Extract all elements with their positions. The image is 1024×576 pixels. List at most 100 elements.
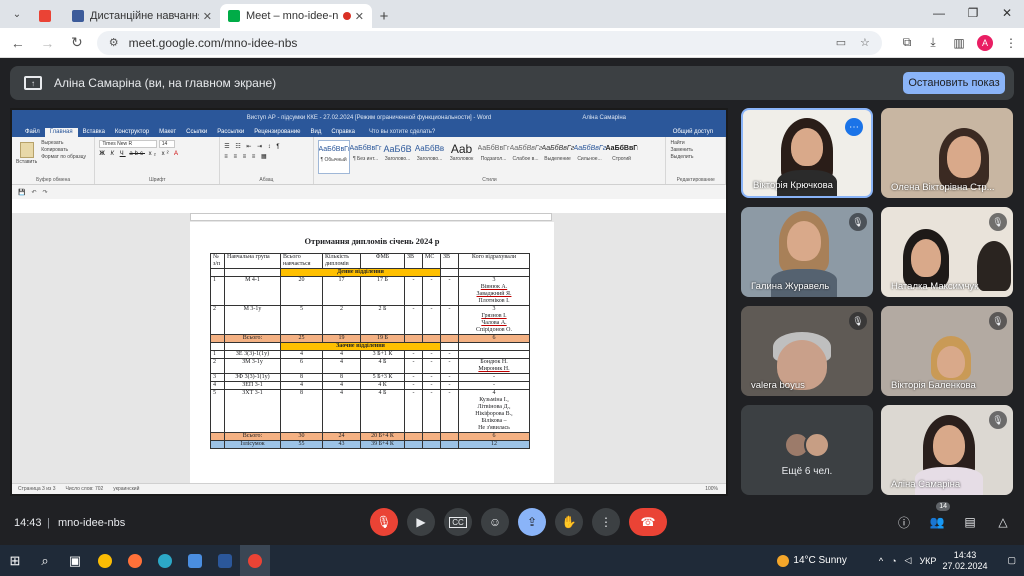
- volume-icon[interactable]: ◁: [905, 555, 912, 566]
- style-strong[interactable]: АаБбВвГг Строгий: [606, 140, 638, 174]
- leave-call-button[interactable]: ☎: [629, 508, 667, 536]
- new-tab-button[interactable]: +: [372, 4, 396, 28]
- restore-icon[interactable]: ❐: [956, 0, 990, 26]
- font-size-select[interactable]: 14: [158, 140, 175, 148]
- participant-tile-self[interactable]: 🎙 Аліна Самаріна: [881, 405, 1013, 495]
- extensions-icon[interactable]: ⧉: [894, 35, 920, 50]
- format-painter-button[interactable]: Формат по образцу: [41, 154, 86, 161]
- word-tab-file[interactable]: Файл: [20, 128, 45, 137]
- tab-gmail[interactable]: [32, 4, 64, 28]
- word-share-button[interactable]: Общий доступ: [668, 128, 718, 137]
- back-icon[interactable]: ←: [6, 31, 30, 55]
- edge-taskbar-button[interactable]: [150, 545, 180, 576]
- participant-tile[interactable]: ⋯ Вікторія Крючкова: [741, 108, 873, 198]
- word-tab-insert[interactable]: Вставка: [78, 128, 110, 137]
- mic-toggle-button[interactable]: 🎙: [370, 508, 398, 536]
- word-tab-layout[interactable]: Макет: [154, 128, 181, 137]
- search-button[interactable]: ⌕: [30, 545, 60, 576]
- weather-widget[interactable]: 14°C Sunny: [777, 554, 847, 567]
- firefox-taskbar-button[interactable]: [120, 545, 150, 576]
- participant-tile[interactable]: 🎙 Наталка Максимчук: [881, 207, 1013, 297]
- close-window-icon[interactable]: ✕: [990, 0, 1024, 26]
- total-diplomas: 24: [322, 432, 361, 441]
- find-button[interactable]: Найти: [670, 140, 721, 147]
- chrome-taskbar-button[interactable]: [90, 545, 120, 576]
- notifications-icon[interactable]: ▢: [1007, 555, 1016, 566]
- word-taskbar-button[interactable]: [210, 545, 240, 576]
- more-participants-tile[interactable]: Ещё 6 чел.: [741, 405, 873, 495]
- download-icon[interactable]: ⤓: [920, 35, 946, 50]
- zoom-level[interactable]: 100%: [705, 486, 718, 492]
- paste-icon[interactable]: [20, 142, 34, 158]
- font-format-buttons[interactable]: Ж К Ч abc x₂ x² A: [99, 151, 215, 157]
- word-tab-design[interactable]: Конструктор: [110, 128, 154, 137]
- chrome-active-taskbar-button[interactable]: [240, 545, 270, 576]
- font-name-select[interactable]: Times New R: [99, 140, 158, 148]
- word-tab-review[interactable]: Рецензирование: [249, 128, 305, 137]
- cut-button[interactable]: Вырезать: [41, 140, 86, 147]
- participant-tile[interactable]: 🎙 Галина Журавель: [741, 207, 873, 297]
- captions-button[interactable]: CC: [444, 508, 472, 536]
- site-info-icon[interactable]: ⚙: [105, 36, 123, 49]
- word-tab-references[interactable]: Ссылки: [181, 128, 212, 137]
- replace-button[interactable]: Заменить: [670, 147, 721, 154]
- document-page[interactable]: Отримання дипломів січень 2024 р № з/п Н…: [190, 222, 554, 492]
- tab-distance-learning[interactable]: Дистанційне навчання в ВСП ✕: [64, 4, 220, 28]
- task-view-button[interactable]: ▣: [60, 545, 90, 576]
- list-buttons[interactable]: ☰ ☷ ⇤ ⇥ ↕ ¶: [224, 143, 308, 150]
- close-tab-icon[interactable]: ✕: [355, 10, 364, 23]
- undo-icon[interactable]: ↶: [31, 189, 36, 196]
- stop-presenting-button[interactable]: Остановить показ: [903, 72, 1005, 94]
- side-panel-icon[interactable]: ▥: [946, 36, 972, 50]
- redo-icon[interactable]: ↷: [43, 189, 48, 196]
- network-icon[interactable]: ◔: [891, 556, 896, 566]
- store-taskbar-button[interactable]: [180, 545, 210, 576]
- word-tell-me[interactable]: Что вы хотите сделать?: [364, 128, 440, 137]
- start-button[interactable]: ⊞: [0, 545, 30, 576]
- style-intense-emphasis[interactable]: АаБбВвГг Сильное...: [574, 140, 606, 174]
- more-options-button[interactable]: ⋮: [592, 508, 620, 536]
- language-indicator[interactable]: УКР: [919, 556, 936, 566]
- tab-meet[interactable]: Meet – mno-idee-nbs ✕: [220, 4, 372, 28]
- style-normal[interactable]: АаБбВвГг ¶ Обычный: [317, 140, 350, 174]
- style-heading2[interactable]: АаБбВв Заголово...: [414, 140, 446, 174]
- style-heading1[interactable]: АаБбВ Заголово...: [382, 140, 414, 174]
- camera-toggle-button[interactable]: ▶: [407, 508, 435, 536]
- profile-avatar[interactable]: A: [976, 34, 993, 51]
- select-button[interactable]: Выделить: [670, 154, 721, 161]
- word-tab-mailings[interactable]: Рассылки: [212, 128, 249, 137]
- minimize-icon[interactable]: —: [922, 0, 956, 26]
- reactions-button[interactable]: ☺: [481, 508, 509, 536]
- style-emphasis[interactable]: АаБбВвГг Выделение: [542, 140, 574, 174]
- more-options-icon[interactable]: ⋯: [845, 118, 863, 136]
- forward-icon[interactable]: →: [36, 31, 60, 55]
- participant-tile[interactable]: 🎙 Вікторія Баленкова: [881, 306, 1013, 396]
- align-buttons[interactable]: ≡ ≡ ≡ ≡ ▦: [224, 153, 308, 160]
- participant-tile[interactable]: Олена Вікторівна Стр...: [881, 108, 1013, 198]
- save-icon[interactable]: 💾: [18, 189, 25, 196]
- bookmark-star-icon[interactable]: ☆: [856, 36, 874, 49]
- tab-search-chevron-icon[interactable]: ⌄: [6, 3, 28, 25]
- address-bar[interactable]: ⚙ meet.google.com/mno-idee-nbs ▭ ☆: [96, 30, 882, 55]
- word-tab-view[interactable]: Вид: [306, 128, 327, 137]
- camera-icon[interactable]: ▭: [832, 36, 850, 49]
- participant-tile[interactable]: 🎙 valera boyus: [741, 306, 873, 396]
- raise-hand-button[interactable]: ✋: [555, 508, 583, 536]
- word-tab-home[interactable]: Главная: [44, 128, 78, 137]
- word-tab-help[interactable]: Справка: [326, 128, 360, 137]
- present-screen-button[interactable]: ⇪: [518, 508, 546, 536]
- style-title[interactable]: Aab Заголовок: [446, 140, 478, 174]
- activities-button[interactable]: △: [992, 508, 1014, 536]
- close-tab-icon[interactable]: ✕: [203, 10, 212, 23]
- chat-button[interactable]: ▤: [959, 508, 981, 536]
- style-subtitle[interactable]: АаБбВвГг Подзагол...: [478, 140, 510, 174]
- style-subtle-emphasis[interactable]: АаБбВвГг Слабое в...: [510, 140, 542, 174]
- copy-button[interactable]: Копировать: [41, 147, 86, 154]
- browser-menu-icon[interactable]: ⋮: [998, 36, 1024, 50]
- meeting-details-button[interactable]: ⓘ: [893, 508, 915, 536]
- people-button[interactable]: 👥 14: [926, 502, 950, 536]
- taskbar-clock[interactable]: 14:43 27.02.2024: [942, 550, 987, 572]
- chevron-up-icon[interactable]: ^: [879, 556, 883, 566]
- reload-icon[interactable]: ↻: [65, 31, 89, 55]
- style-no-spacing[interactable]: АаБбВвГг ¶ Без инт...: [350, 140, 382, 174]
